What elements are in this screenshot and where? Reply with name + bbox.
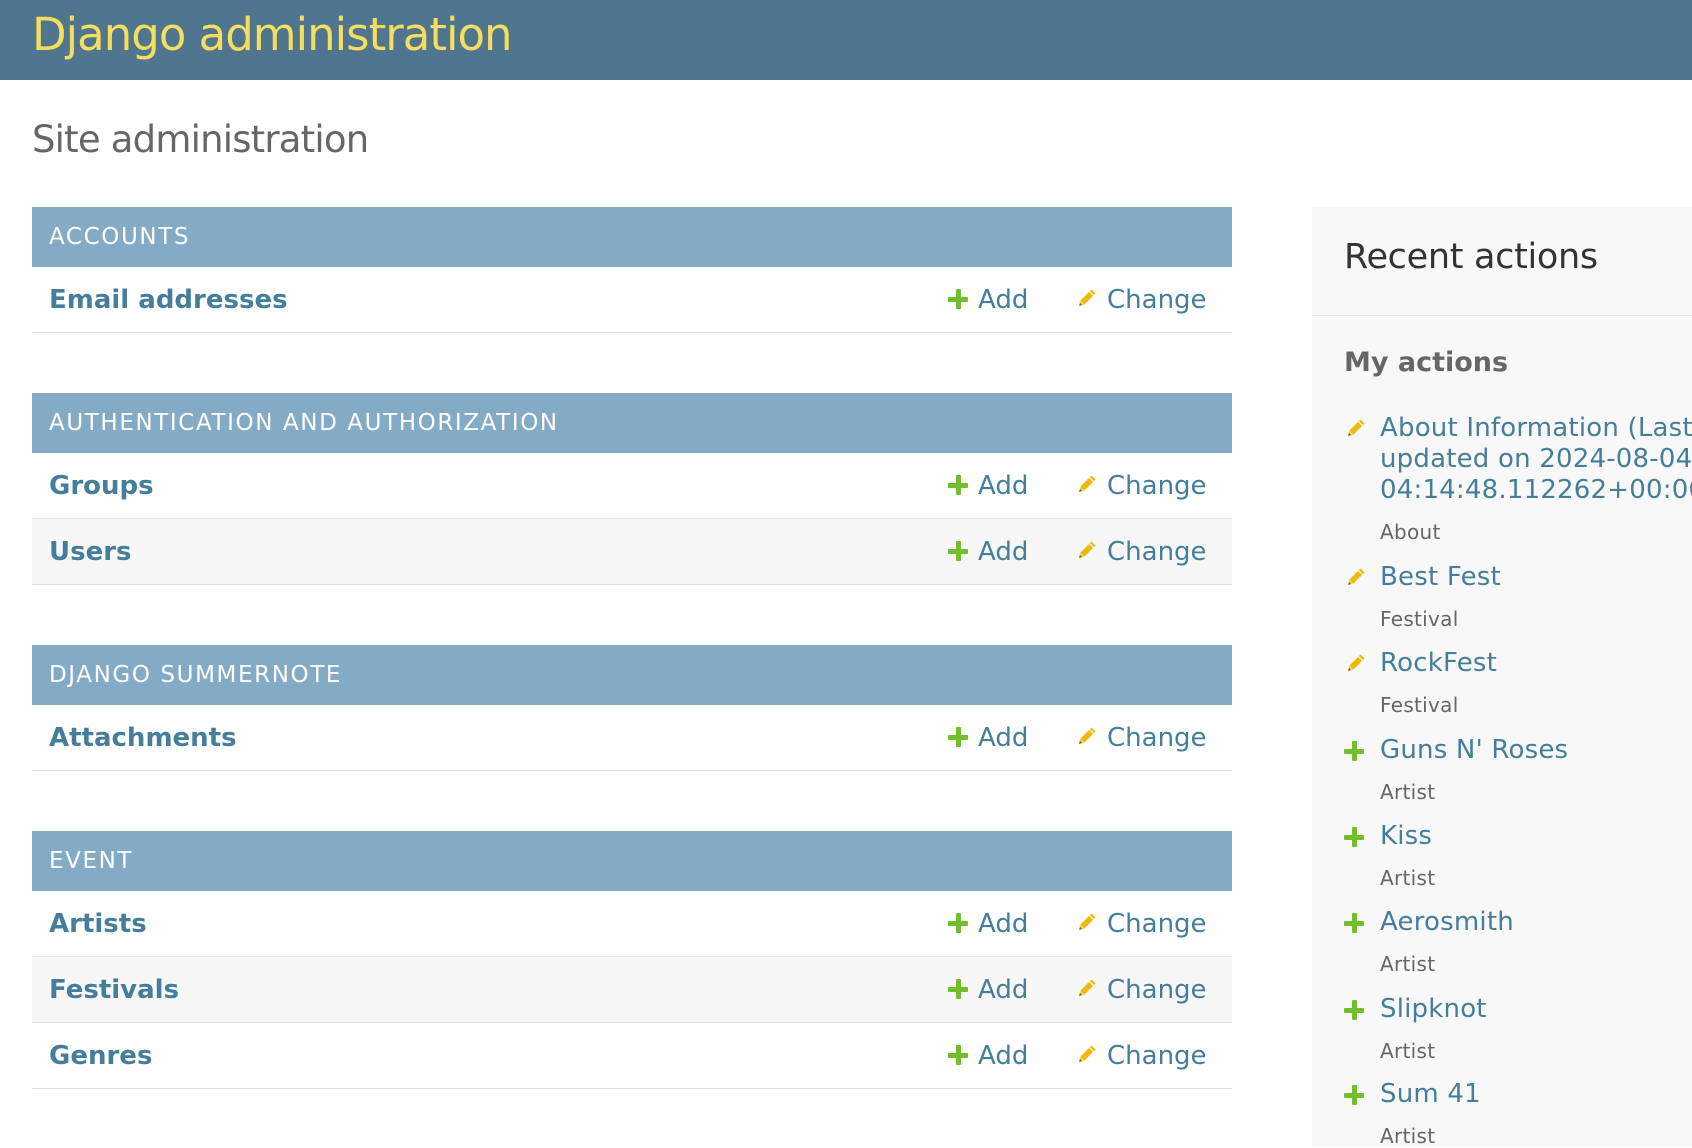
add-attachments-button[interactable]: Add (948, 705, 1028, 771)
add-artists-button[interactable]: Add (948, 891, 1028, 957)
pencil-icon (1075, 472, 1099, 496)
model-row-artists: Artists Add Change (32, 891, 1232, 957)
change-email-addresses-button[interactable]: Change (1075, 267, 1207, 333)
model-link-email-addresses[interactable]: Email addresses (49, 267, 288, 333)
pencil-icon (1075, 538, 1099, 562)
pencil-icon (1075, 286, 1099, 310)
add-email-addresses-button[interactable]: Add (948, 267, 1028, 333)
add-festivals-button[interactable]: Add (948, 957, 1028, 1023)
change-label: Change (1107, 537, 1207, 567)
pencil-icon (1344, 565, 1368, 589)
add-genres-button[interactable]: Add (948, 1023, 1028, 1089)
add-groups-button[interactable]: Add (948, 453, 1028, 519)
module-django-summernote: Django Summernote Attachments Add Change (32, 645, 1232, 771)
recent-action-type: Artist (1380, 1124, 1436, 1148)
add-label: Add (978, 471, 1029, 501)
recent-action-type: Festival (1380, 607, 1459, 631)
plus-icon (948, 289, 968, 309)
change-label: Change (1107, 723, 1207, 753)
recent-action-type: Artist (1380, 1039, 1436, 1063)
plus-icon (948, 727, 968, 747)
site-header: Django administration (0, 0, 1692, 80)
change-users-button[interactable]: Change (1075, 519, 1207, 585)
add-label: Add (978, 723, 1029, 753)
add-users-button[interactable]: Add (948, 519, 1028, 585)
recent-action-link[interactable]: Aerosmith (1380, 907, 1692, 938)
module-header-django-summernote[interactable]: Django Summernote (32, 645, 1232, 705)
plus-icon (948, 475, 968, 495)
recent-action-type: Artist (1380, 866, 1436, 890)
add-label: Add (978, 1041, 1029, 1071)
plus-icon (1344, 741, 1364, 761)
pencil-icon (1075, 1042, 1099, 1066)
model-row-users: Users Add Change (32, 519, 1232, 585)
module-accounts: Accounts Email addresses Add Change (32, 207, 1232, 333)
recent-action-type: Artist (1380, 780, 1436, 804)
recent-action-link[interactable]: Sum 41 (1380, 1079, 1692, 1110)
page-title: Site administration (32, 118, 369, 161)
model-row-genres: Genres Add Change (32, 1023, 1232, 1089)
recent-action-type: Festival (1380, 693, 1459, 717)
add-label: Add (978, 285, 1029, 315)
model-link-groups[interactable]: Groups (49, 453, 154, 519)
plus-icon (1344, 913, 1364, 933)
pencil-icon (1075, 910, 1099, 934)
recent-action-type: Artist (1380, 952, 1436, 976)
add-label: Add (978, 909, 1029, 939)
site-brand-link[interactable]: Django administration (32, 8, 513, 61)
model-row-email-addresses: Email addresses Add Change (32, 267, 1232, 333)
change-label: Change (1107, 471, 1207, 501)
pencil-icon (1075, 976, 1099, 1000)
model-link-attachments[interactable]: Attachments (49, 705, 237, 771)
change-label: Change (1107, 285, 1207, 315)
recent-action-link[interactable]: Best Fest (1380, 562, 1692, 593)
recent-action-link[interactable]: Kiss (1380, 821, 1692, 852)
recent-action-link[interactable]: RockFest (1380, 648, 1692, 679)
change-label: Change (1107, 1041, 1207, 1071)
change-genres-button[interactable]: Change (1075, 1023, 1207, 1089)
recent-actions-title: Recent actions (1344, 237, 1598, 277)
my-actions-heading: My actions (1344, 347, 1509, 378)
module-header-auth[interactable]: Authentication and Authorization (32, 393, 1232, 453)
plus-icon (948, 541, 968, 561)
model-link-genres[interactable]: Genres (49, 1023, 152, 1089)
module-header-event[interactable]: Event (32, 831, 1232, 891)
change-festivals-button[interactable]: Change (1075, 957, 1207, 1023)
recent-action-link[interactable]: Slipknot (1380, 994, 1692, 1025)
model-row-groups: Groups Add Change (32, 453, 1232, 519)
plus-icon (1344, 1085, 1364, 1105)
change-groups-button[interactable]: Change (1075, 453, 1207, 519)
recent-action-type: About (1380, 520, 1441, 544)
recent-actions-divider (1312, 315, 1692, 316)
plus-icon (948, 1045, 968, 1065)
model-link-artists[interactable]: Artists (49, 891, 147, 957)
model-row-attachments: Attachments Add Change (32, 705, 1232, 771)
model-link-festivals[interactable]: Festivals (49, 957, 179, 1023)
add-label: Add (978, 975, 1029, 1005)
change-label: Change (1107, 975, 1207, 1005)
recent-action-link[interactable]: About Information (Last updated on 2024-… (1380, 413, 1692, 506)
recent-action-link[interactable]: Guns N' Roses (1380, 735, 1692, 766)
plus-icon (948, 979, 968, 999)
pencil-icon (1344, 651, 1368, 675)
plus-icon (1344, 827, 1364, 847)
module-header-accounts[interactable]: Accounts (32, 207, 1232, 267)
add-label: Add (978, 537, 1029, 567)
module-auth: Authentication and Authorization Groups … (32, 393, 1232, 585)
plus-icon (1344, 1000, 1364, 1020)
change-artists-button[interactable]: Change (1075, 891, 1207, 957)
model-link-users[interactable]: Users (49, 519, 132, 585)
recent-actions-panel: Recent actions My actions About Informat… (1312, 207, 1692, 1148)
module-event: Event Artists Add Change Festivals Add C… (32, 831, 1232, 1089)
pencil-icon (1075, 724, 1099, 748)
model-row-festivals: Festivals Add Change (32, 957, 1232, 1023)
plus-icon (948, 913, 968, 933)
change-label: Change (1107, 909, 1207, 939)
pencil-icon (1344, 416, 1368, 440)
change-attachments-button[interactable]: Change (1075, 705, 1207, 771)
